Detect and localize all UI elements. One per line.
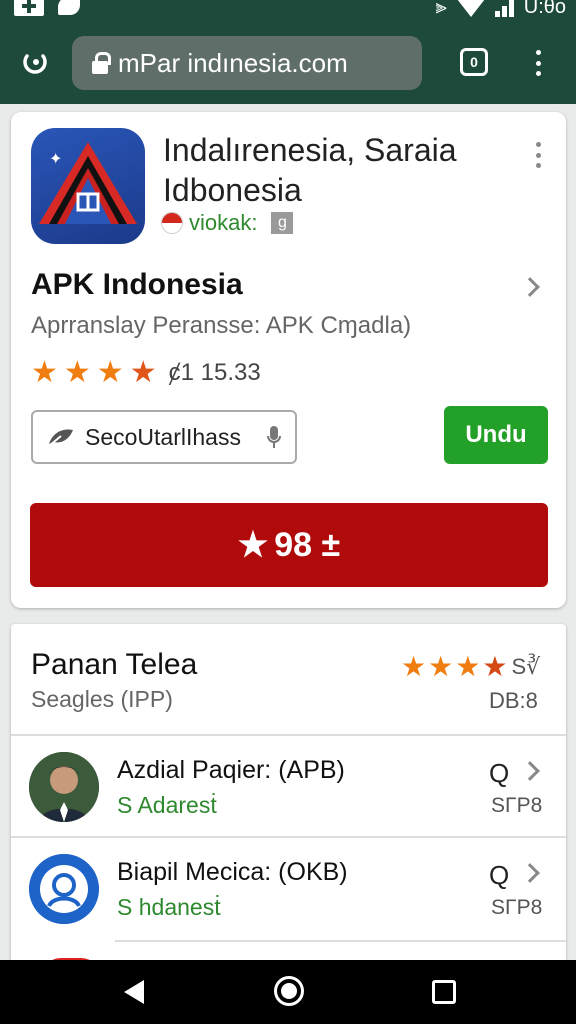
install-label: Undu — [465, 421, 527, 448]
primary-action-button[interactable]: ★ 98 ± — [30, 503, 548, 587]
install-button[interactable]: Undu — [444, 406, 548, 464]
list-item-badge: Q — [489, 758, 510, 788]
list-item-subtitle: S hdanesṫ — [117, 894, 221, 920]
list-item-subtitle: S Adaresṫ — [117, 792, 217, 818]
app-rating: ★ ★ ★ ★ ȼ1 15.33 — [31, 358, 261, 388]
status-time: U:θo — [523, 0, 566, 18]
star-icon: ★ — [63, 356, 91, 389]
section-rating: ★ ★ ★ ★ S∛ — [401, 652, 540, 682]
recent-apps-icon[interactable] — [432, 980, 456, 1004]
divider — [11, 836, 566, 838]
microphone-icon[interactable] — [267, 426, 281, 450]
section-count: DB:8 — [489, 688, 538, 713]
app-card: ✦ Indalırenesia, Saraia Idbonesia viokak… — [11, 112, 566, 608]
divider — [11, 734, 566, 736]
chevron-right-icon[interactable] — [520, 863, 540, 883]
url-text: mPar indınesia.com — [118, 47, 348, 78]
app-title: Indalırenesia, Saraia Idbonesia — [163, 132, 457, 208]
star-icon: ★ — [237, 526, 269, 564]
primary-action-label: 98 ± — [274, 525, 341, 564]
section-title: Panan Telea — [31, 648, 198, 681]
rating-text: ȼ1 15.33 — [168, 359, 261, 386]
related-apps-card: Panan Telea Seagles (IPP) ★ ★ ★ ★ S∛ DB:… — [11, 624, 566, 964]
chevron-right-icon[interactable] — [520, 761, 540, 781]
list-item-size: SΓP8 — [491, 896, 543, 919]
search-placeholder: SecoUtarlIhass — [85, 423, 241, 450]
browser-menu-button[interactable] — [530, 50, 546, 76]
list-item-title: Biapil Mecica: (OKB) — [117, 858, 348, 886]
chevron-right-icon[interactable] — [520, 277, 540, 297]
developer-row[interactable]: viokak: g — [161, 210, 294, 236]
star-icon: ★ — [428, 651, 454, 682]
vibrate-icon: ⫸ — [435, 0, 447, 18]
developer-badge: g — [271, 212, 294, 234]
home-icon[interactable] — [274, 976, 304, 1006]
svg-text:✦: ✦ — [49, 149, 62, 168]
system-navigation-bar — [0, 960, 576, 1024]
tab-count: 0 — [470, 54, 478, 70]
url-bar[interactable]: mPar indınesia.com — [72, 36, 422, 90]
person-avatar-icon — [29, 752, 99, 822]
flag-icon — [161, 212, 183, 234]
star-icon: ★ — [31, 356, 58, 389]
list-item-size: SΓP8 — [491, 794, 543, 817]
profile-app-icon — [29, 854, 99, 924]
star-icon: ★ — [401, 651, 427, 682]
back-icon[interactable] — [124, 980, 144, 1004]
star-icon: ★ — [482, 651, 508, 682]
star-icon: ★ — [455, 651, 481, 682]
signal-icon — [494, 0, 514, 17]
developer-name: viokak: — [189, 210, 258, 235]
app-logo[interactable]: ✦ — [31, 128, 145, 244]
wifi-icon — [456, 0, 485, 17]
star-icon: ★ — [96, 356, 124, 389]
avatar — [29, 854, 99, 924]
search-input[interactable]: SecoUtarlIhass — [31, 410, 297, 464]
section-rating-suffix: S∛ — [511, 654, 541, 679]
app-logo-graphic: ✦ — [39, 142, 137, 224]
list-item-title: Azdial Paqier: (APB) — [117, 756, 345, 784]
reload-icon[interactable] — [20, 48, 50, 78]
avatar — [29, 752, 99, 822]
leaf-notification-icon — [58, 0, 80, 15]
lock-icon — [92, 52, 111, 74]
apk-name[interactable]: APK Indonesia — [31, 268, 243, 302]
section-subtitle: Seagles (IPP) — [31, 686, 173, 712]
app-description: Aprranslay Peransse: APK Cɱadla) — [31, 312, 412, 339]
plus-notification-icon — [14, 0, 44, 16]
star-icon: ★ — [129, 356, 157, 389]
list-item-badge: Q — [489, 860, 510, 890]
app-more-options-icon[interactable] — [533, 142, 543, 168]
browser-top-bar: ⫸ U:θo mPar indınesia.com 0 — [0, 0, 576, 104]
leaf-search-icon — [48, 429, 73, 447]
divider — [115, 940, 566, 942]
tab-switcher-button[interactable]: 0 — [460, 48, 488, 76]
status-bar: ⫸ U:θo — [0, 0, 576, 22]
